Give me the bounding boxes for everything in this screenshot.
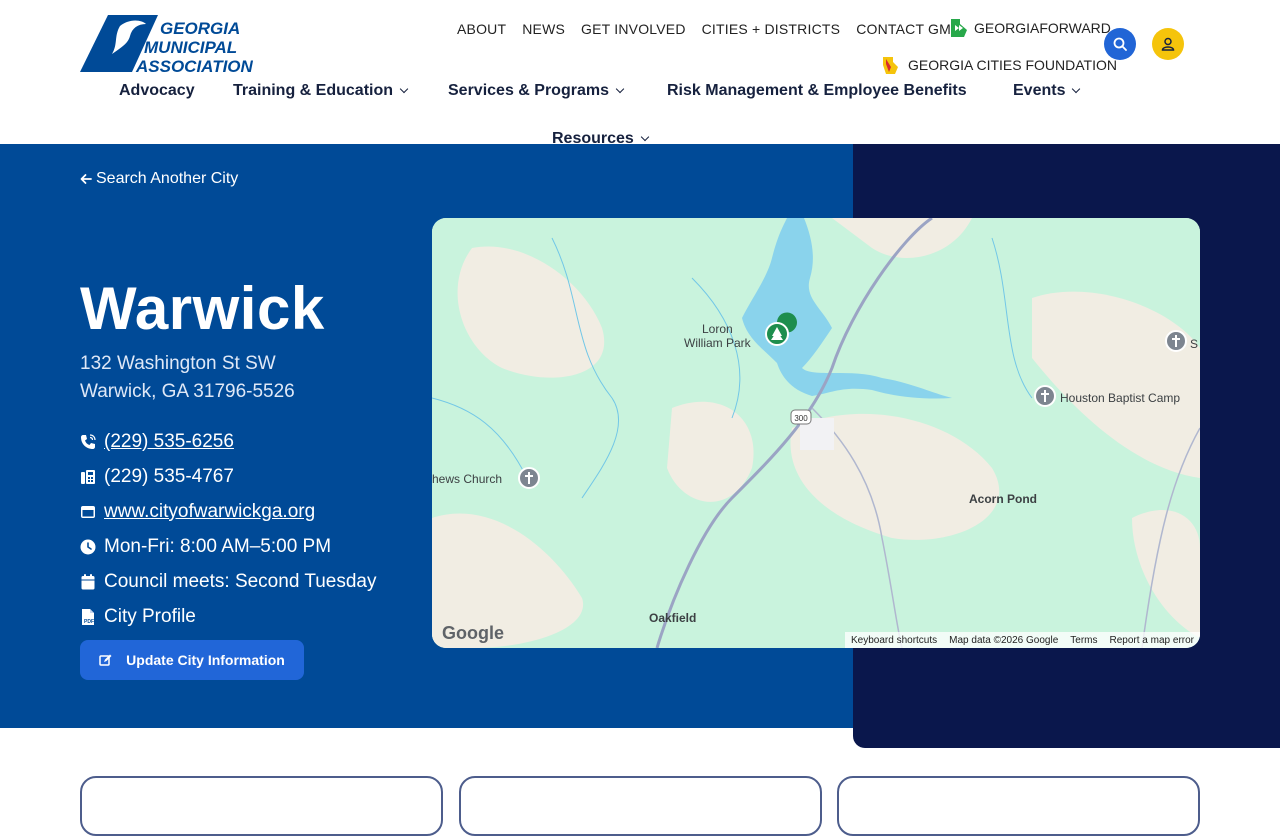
pdf-file-icon: PDF — [80, 609, 96, 625]
chevron-down-icon — [615, 84, 625, 94]
city-address: 132 Washington St SW Warwick, GA 31796-5… — [80, 350, 295, 406]
site-header: GEORGIA MUNICIPAL ASSOCIATION ABOUT NEWS… — [0, 0, 1280, 144]
map-label-church: hews Church — [432, 472, 503, 486]
update-city-info-label: Update City Information — [126, 652, 285, 668]
chevron-down-icon — [1072, 84, 1081, 94]
profile-row: PDF City Profile — [80, 606, 196, 628]
main-nav-events-label: Events — [1013, 82, 1066, 99]
map-attribution-bar: Keyboard shortcuts Map data ©2026 Google… — [844, 632, 1200, 648]
city-map[interactable]: 300 Loron William Park hews Church Houst… — [432, 218, 1200, 648]
main-nav-events[interactable]: Events — [1013, 82, 1081, 100]
nav-get-involved[interactable]: GET INVOLVED — [573, 20, 694, 38]
gma-logo[interactable]: GEORGIA MUNICIPAL ASSOCIATION — [80, 14, 255, 76]
city-profile-link[interactable]: City Profile — [104, 606, 196, 628]
account-button[interactable] — [1152, 28, 1184, 60]
council-row: Council meets: Second Tuesday — [80, 571, 377, 593]
map-label-oakfield: Oakfield — [649, 611, 697, 625]
main-nav-advocacy-label: Advocacy — [119, 82, 195, 99]
phone-row: (229) 535-6256 — [80, 431, 234, 453]
council-meeting: Council meets: Second Tuesday — [104, 571, 377, 592]
google-logo: Google — [442, 623, 504, 643]
utility-nav: ABOUT NEWS GET INVOLVED CITIES + DISTRIC… — [449, 20, 969, 38]
main-nav-training-label: Training & Education — [233, 82, 394, 99]
main-nav-services-label: Services & Programs — [448, 82, 609, 99]
keyboard-shortcuts-link[interactable]: Keyboard shortcuts — [851, 635, 937, 646]
info-card-3 — [837, 776, 1200, 836]
camp-marker-icon — [1034, 385, 1056, 407]
map-label-s: S — [1190, 337, 1199, 351]
clock-icon — [80, 539, 96, 555]
church-marker-icon-2 — [1165, 330, 1187, 352]
office-hours: Mon-Fri: 8:00 AM–5:00 PM — [104, 536, 332, 557]
map-canvas: 300 — [432, 218, 1200, 648]
search-icon — [1113, 37, 1127, 51]
nav-news[interactable]: NEWS — [514, 20, 573, 38]
logo-line-1: GEORGIA — [160, 19, 240, 38]
user-icon — [1161, 37, 1175, 51]
georgia-forward-label: GEORGIAFORWARD — [974, 20, 1111, 36]
fax-row: (229) 535-4767 — [80, 466, 234, 488]
calendar-icon — [80, 574, 96, 590]
main-nav-resources-label: Resources — [552, 130, 634, 147]
search-button[interactable] — [1104, 28, 1136, 60]
georgia-forward-link[interactable]: GEORGIAFORWARD — [950, 18, 1111, 38]
georgia-cities-foundation-icon — [883, 57, 898, 74]
phone-link[interactable]: (229) 535-6256 — [104, 431, 234, 453]
map-label-park: Loron William Park — [684, 322, 751, 350]
georgia-cities-foundation-label: GEORGIA CITIES FOUNDATION — [908, 57, 1117, 73]
fax-icon — [80, 469, 96, 485]
city-name: Warwick — [80, 275, 325, 342]
info-card-1 — [80, 776, 443, 836]
website-row: www.cityofwarwickga.org — [80, 501, 315, 523]
logo-line-2: MUNICIPAL — [144, 38, 237, 57]
main-nav-advocacy[interactable]: Advocacy — [119, 82, 195, 100]
chevron-down-icon — [640, 132, 650, 142]
info-card-2 — [459, 776, 822, 836]
svg-text:PDF: PDF — [84, 619, 94, 625]
logo-line-3: ASSOCIATION — [135, 57, 254, 74]
phone-icon — [80, 434, 96, 450]
nav-cities-districts[interactable]: CITIES + DISTRICTS — [694, 20, 849, 38]
chevron-down-icon — [399, 84, 409, 94]
search-another-city-link[interactable]: Search Another City — [80, 170, 238, 188]
main-nav-risk[interactable]: Risk Management & Employee Benefits — [667, 82, 967, 100]
address-line-1: 132 Washington St SW — [80, 353, 276, 374]
main-nav-services[interactable]: Services & Programs — [448, 82, 625, 100]
georgia-forward-icon — [951, 19, 967, 37]
edit-icon — [99, 654, 112, 666]
report-map-error-link[interactable]: Report a map error — [1110, 635, 1194, 646]
address-line-2: Warwick, GA 31796-5526 — [80, 381, 295, 402]
search-another-city-label: Search Another City — [96, 170, 239, 187]
update-city-info-button[interactable]: Update City Information — [80, 640, 304, 680]
route-label: 300 — [794, 414, 808, 423]
georgia-cities-foundation-link[interactable]: GEORGIA CITIES FOUNDATION — [880, 55, 1117, 75]
church-marker-icon — [518, 467, 540, 489]
website-link[interactable]: www.cityofwarwickga.org — [104, 501, 315, 523]
map-data-label: Map data ©2026 Google — [949, 634, 1059, 646]
main-nav-risk-label: Risk Management & Employee Benefits — [667, 82, 967, 99]
arrow-left-icon — [80, 174, 92, 184]
map-label-camp: Houston Baptist Camp — [1060, 391, 1181, 405]
browser-window-icon — [80, 504, 96, 520]
hours-row: Mon-Fri: 8:00 AM–5:00 PM — [80, 536, 331, 558]
map-label-pond: Acorn Pond — [969, 492, 1037, 506]
nav-about[interactable]: ABOUT — [449, 20, 514, 38]
fax-number: (229) 535-4767 — [104, 466, 234, 487]
main-nav-training[interactable]: Training & Education — [233, 82, 409, 100]
main-nav-resources[interactable]: Resources — [552, 130, 650, 148]
terms-link[interactable]: Terms — [1070, 635, 1097, 646]
